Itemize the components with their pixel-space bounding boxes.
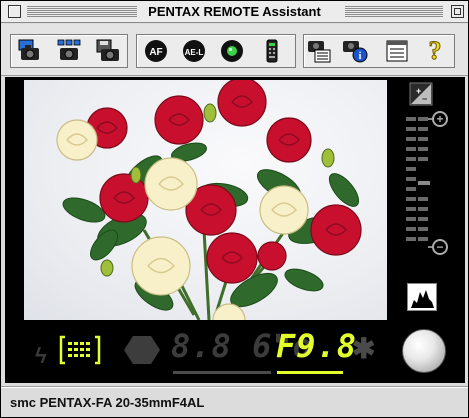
- metering-mode-icon: [123, 334, 161, 371]
- ae-lock-label: AE-L: [185, 48, 204, 57]
- exposure-plus-icon[interactable]: +: [428, 111, 448, 127]
- roses-photo: [56, 80, 362, 320]
- capture-preview-icon[interactable]: [15, 37, 45, 65]
- exposure-plus-label: +: [436, 112, 443, 126]
- exposure-comp-icon: + −: [409, 82, 433, 106]
- camera-settings-icon[interactable]: [304, 37, 334, 65]
- af-label: AF: [149, 47, 162, 58]
- help-icon[interactable]: ?: [420, 36, 450, 66]
- list-view-icon[interactable]: [382, 37, 412, 65]
- window-title: PENTAX REMOTE Assistant: [143, 4, 326, 19]
- help-label: ?: [428, 36, 442, 66]
- toolbar-group-camera-controls: AF AE-L: [136, 34, 296, 68]
- status-bar: smc PENTAX-FA 20-35mmF4AL: [1, 386, 468, 417]
- zoom-box[interactable]: [451, 5, 464, 18]
- main-panel: + − + − ϟ 8.8 6"o F9.8 ✱: [5, 77, 465, 383]
- toolbar-group-capture: [10, 34, 128, 68]
- lens-name: smc PENTAX-FA 20-35mmF4AL: [10, 395, 205, 410]
- flash-icon: ϟ: [35, 343, 47, 368]
- exposure-minus-icon[interactable]: −: [428, 239, 448, 255]
- app-window: PENTAX REMOTE Assistant AF AE-L i ? + − …: [0, 0, 469, 418]
- svg-text:i: i: [359, 51, 362, 62]
- toolbar: AF AE-L i ?: [1, 24, 468, 76]
- shutter-release-button[interactable]: [402, 329, 446, 373]
- histogram-button[interactable]: [407, 283, 437, 311]
- ae-lock-button[interactable]: AE-L: [179, 37, 209, 65]
- aperture-display: F9.8: [276, 327, 358, 365]
- shutter-speed-underline: [173, 371, 271, 374]
- exposure-minus-label: −: [436, 240, 443, 254]
- live-preview-image[interactable]: [24, 80, 387, 320]
- af-point-icon[interactable]: [59, 334, 101, 366]
- svg-text:+: +: [416, 86, 421, 96]
- histogram-icon: [411, 290, 434, 308]
- capture-save-icon[interactable]: [93, 37, 123, 65]
- svg-text:−: −: [422, 94, 427, 104]
- aperture-underline: [277, 371, 343, 374]
- camera-info-icon[interactable]: i: [340, 37, 370, 65]
- remote-control-icon[interactable]: [257, 37, 287, 65]
- ae-lock-indicator: ✱: [352, 333, 376, 364]
- status-led-button[interactable]: [217, 37, 247, 65]
- af-button[interactable]: AF: [141, 37, 171, 65]
- multi-capture-icon[interactable]: [54, 37, 84, 65]
- exposure-compensation-scale[interactable]: + − + −: [400, 81, 460, 301]
- lcd-panel: ϟ 8.8 6"o F9.8 ✱: [5, 321, 465, 383]
- title-bar[interactable]: PENTAX REMOTE Assistant: [1, 1, 468, 23]
- toolbar-group-info: i ?: [303, 34, 455, 68]
